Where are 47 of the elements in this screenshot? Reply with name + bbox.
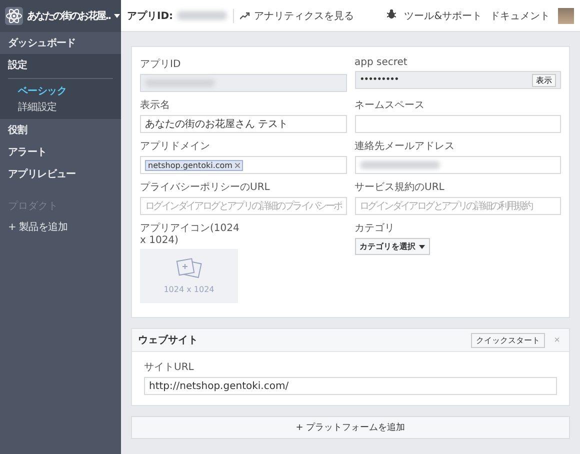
avatar[interactable] — [558, 8, 574, 24]
tools-support-link[interactable]: ツール&サポート — [404, 8, 482, 22]
field-label: ネームスペース — [354, 99, 426, 112]
add-image-icon — [176, 258, 202, 280]
trend-icon — [240, 12, 250, 20]
remove-icon[interactable] — [235, 162, 240, 168]
field-label: app secret — [354, 57, 408, 68]
app-id-label: アプリID: — [127, 9, 174, 22]
show-button[interactable]: 表示 — [532, 74, 556, 86]
input-field[interactable]: あなたの街のお花屋さん テスト — [140, 115, 346, 133]
input-field[interactable]: ログインダイアログとアプリの詳細の利用規約 — [354, 197, 561, 215]
tag-input-field[interactable]: netshop.gentoki.com — [140, 156, 346, 174]
field-label: サイトURL — [144, 361, 195, 374]
add-platform-button[interactable]: + プラットフォームを追加 — [131, 416, 570, 439]
sidebar-subitem[interactable]: ベーシック — [0, 83, 121, 99]
field-label: アプリID — [140, 58, 182, 71]
input-field[interactable]: ログインダイアログとアプリの詳細のプライバシーポ — [140, 197, 346, 215]
image-size-caption: 1024 x 1024 — [164, 285, 214, 294]
redacted-value — [177, 11, 228, 20]
field-label: プライバシーポリシーのURL — [140, 180, 271, 194]
add-product-link[interactable]: + 製品を追加 — [0, 216, 121, 238]
input-field[interactable]: http://netshop.gentoki.com/ — [144, 377, 557, 395]
sidebar-item[interactable]: 役割 — [0, 119, 121, 141]
sidebar-item[interactable]: 設定 — [0, 54, 121, 76]
category-dropdown[interactable]: カテゴリを選択 — [354, 238, 430, 255]
masked-value: ••••••••• — [360, 75, 398, 85]
dropdown-label: カテゴリを選択 — [360, 241, 416, 252]
sidebar-subitem[interactable]: 詳細設定 — [0, 99, 121, 115]
field-label: アプリアイコン(1024 x 1024) — [140, 222, 240, 246]
sidebar-item[interactable]: ダッシュボード — [0, 32, 121, 54]
sidebar-item[interactable]: アプリレビュー — [0, 163, 121, 185]
quick-start-button[interactable]: クイックスタート — [471, 332, 546, 348]
field-label: 表示名 — [140, 98, 171, 112]
section-title: ウェブサイト — [138, 334, 198, 347]
field-label: 連絡先メールアドレス — [354, 140, 456, 153]
field-label: アプリドメイン — [140, 140, 211, 153]
field-label: カテゴリ — [354, 222, 396, 235]
caret-icon — [418, 244, 424, 248]
atom-icon — [5, 7, 23, 25]
input-field[interactable] — [354, 156, 561, 174]
domain-text: netshop.gentoki.com — [148, 160, 232, 170]
docs-link[interactable]: ドキュメント — [490, 8, 550, 22]
input-field[interactable] — [354, 115, 561, 133]
analytics-link[interactable]: アナリティクスを見る — [240, 8, 354, 22]
field-label: サービス規約のURL — [354, 181, 446, 194]
caret-icon[interactable] — [114, 14, 120, 18]
sidebar-item[interactable]: アラート — [0, 141, 121, 163]
